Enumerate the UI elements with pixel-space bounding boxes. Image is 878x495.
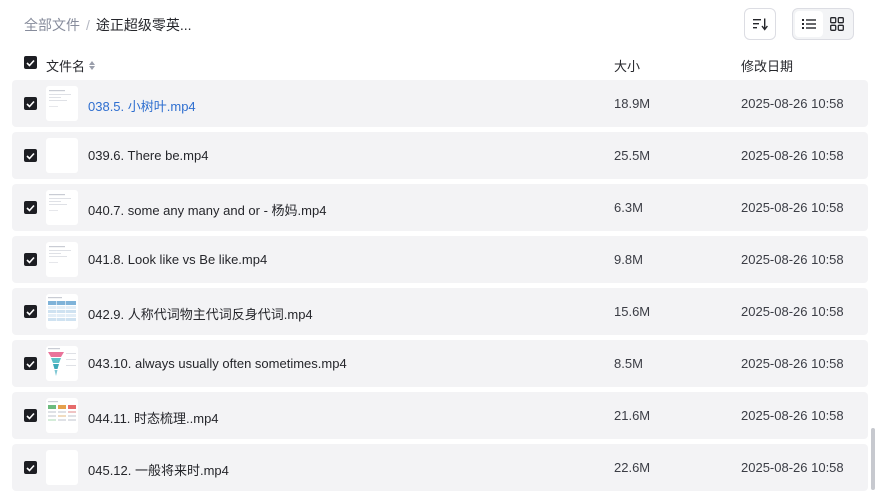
video-thumbnail xyxy=(46,398,78,433)
file-size: 25.5M xyxy=(614,148,651,163)
video-thumbnail xyxy=(46,86,78,121)
table-row[interactable]: 040.7. some any many and or - 杨妈.mp4 6.3M… xyxy=(12,184,868,231)
file-modified-date: 2025-08-26 10:58 xyxy=(741,96,844,111)
video-thumbnail xyxy=(46,242,78,277)
scrollbar[interactable] xyxy=(871,428,875,490)
check-icon xyxy=(26,464,35,472)
video-thumbnail xyxy=(46,346,78,381)
column-name-label: 文件名 xyxy=(46,59,86,74)
file-name[interactable]: 038.5. 小树叶.mp4 xyxy=(88,96,196,115)
list-view-button[interactable] xyxy=(795,11,823,37)
check-icon xyxy=(26,256,35,264)
grid-view-icon xyxy=(830,17,844,31)
file-modified-date: 2025-08-26 10:58 xyxy=(741,252,844,267)
file-size: 22.6M xyxy=(614,460,651,475)
check-icon xyxy=(26,152,35,160)
file-name[interactable]: 043.10. always usually often sometimes.m… xyxy=(88,356,347,371)
grid-view-button[interactable] xyxy=(823,11,851,37)
file-modified-date: 2025-08-26 10:58 xyxy=(741,460,844,475)
view-toggle xyxy=(792,8,854,40)
select-all-checkbox[interactable] xyxy=(24,56,37,69)
sort-icon xyxy=(753,18,768,31)
check-icon xyxy=(26,360,35,368)
file-modified-date: 2025-08-26 10:58 xyxy=(741,356,844,371)
table-row[interactable]: 041.8. Look like vs Be like.mp4 9.8M 2025-… xyxy=(12,236,868,283)
list-view-icon xyxy=(802,19,816,29)
file-name[interactable]: 041.8. Look like vs Be like.mp4 xyxy=(88,252,267,267)
file-size: 8.5M xyxy=(614,356,643,371)
file-name[interactable]: 045.12. 一般将来时.mp4 xyxy=(88,460,229,479)
table-header: 文件名 大小 修改日期 xyxy=(12,52,868,78)
video-thumbnail xyxy=(46,138,78,173)
row-checkbox[interactable] xyxy=(24,253,37,266)
table-row[interactable]: 039.6. There be.mp4 25.5M 2025-08-26 10:58 xyxy=(12,132,868,179)
column-header-name[interactable]: 文件名 xyxy=(46,56,96,75)
check-icon xyxy=(26,100,35,108)
table-row[interactable]: 042.9. 人称代词物主代词反身代词.mp4 15.6M 2025-08-26 1… xyxy=(12,288,868,335)
file-size: 18.9M xyxy=(614,96,651,111)
breadcrumb-separator: / xyxy=(86,17,90,33)
file-name[interactable]: 042.9. 人称代词物主代词反身代词.mp4 xyxy=(88,304,313,323)
table-row[interactable]: 038.5. 小树叶.mp4 18.9M 2025-08-26 10:58 xyxy=(12,80,868,127)
column-header-modified: 修改日期 xyxy=(741,59,794,74)
file-name[interactable]: 044.11. 时态梳理..mp4 xyxy=(88,408,219,427)
breadcrumb-root[interactable]: 全部文件 xyxy=(24,15,80,35)
file-modified-date: 2025-08-26 10:58 xyxy=(741,200,844,215)
check-icon xyxy=(26,59,35,67)
sort-caret-icon xyxy=(89,61,96,70)
check-icon xyxy=(26,204,35,212)
file-size: 21.6M xyxy=(614,408,651,423)
file-size: 6.3M xyxy=(614,200,643,215)
video-thumbnail xyxy=(46,190,78,225)
table-row[interactable]: 045.12. 一般将来时.mp4 22.6M 2025-08-26 10:58 xyxy=(12,444,868,491)
row-checkbox[interactable] xyxy=(24,305,37,318)
top-bar: 全部文件 / 途正超级零英... xyxy=(0,0,878,48)
check-icon xyxy=(26,308,35,316)
column-header-size: 大小 xyxy=(614,59,641,74)
sort-button[interactable] xyxy=(744,8,776,40)
table-row[interactable]: 044.11. 时态梳理..mp4 21.6M 2025-08-26 10:58 xyxy=(12,392,868,439)
row-checkbox[interactable] xyxy=(24,201,37,214)
row-checkbox[interactable] xyxy=(24,97,37,110)
check-icon xyxy=(26,412,35,420)
row-checkbox[interactable] xyxy=(24,357,37,370)
row-checkbox[interactable] xyxy=(24,409,37,422)
file-modified-date: 2025-08-26 10:58 xyxy=(741,304,844,319)
row-checkbox[interactable] xyxy=(24,461,37,474)
video-thumbnail xyxy=(46,450,78,485)
file-name[interactable]: 040.7. some any many and or - 杨妈.mp4 xyxy=(88,200,326,219)
file-name[interactable]: 039.6. There be.mp4 xyxy=(88,148,208,163)
file-size: 15.6M xyxy=(614,304,651,319)
file-size: 9.8M xyxy=(614,252,643,267)
file-modified-date: 2025-08-26 10:58 xyxy=(741,148,844,163)
file-modified-date: 2025-08-26 10:58 xyxy=(741,408,844,423)
video-thumbnail xyxy=(46,294,78,329)
breadcrumb: 全部文件 / 途正超级零英... xyxy=(24,15,192,35)
row-checkbox[interactable] xyxy=(24,149,37,162)
table-row[interactable]: 043.10. always usually often sometimes.m… xyxy=(12,340,868,387)
breadcrumb-current: 途正超级零英... xyxy=(95,17,192,33)
